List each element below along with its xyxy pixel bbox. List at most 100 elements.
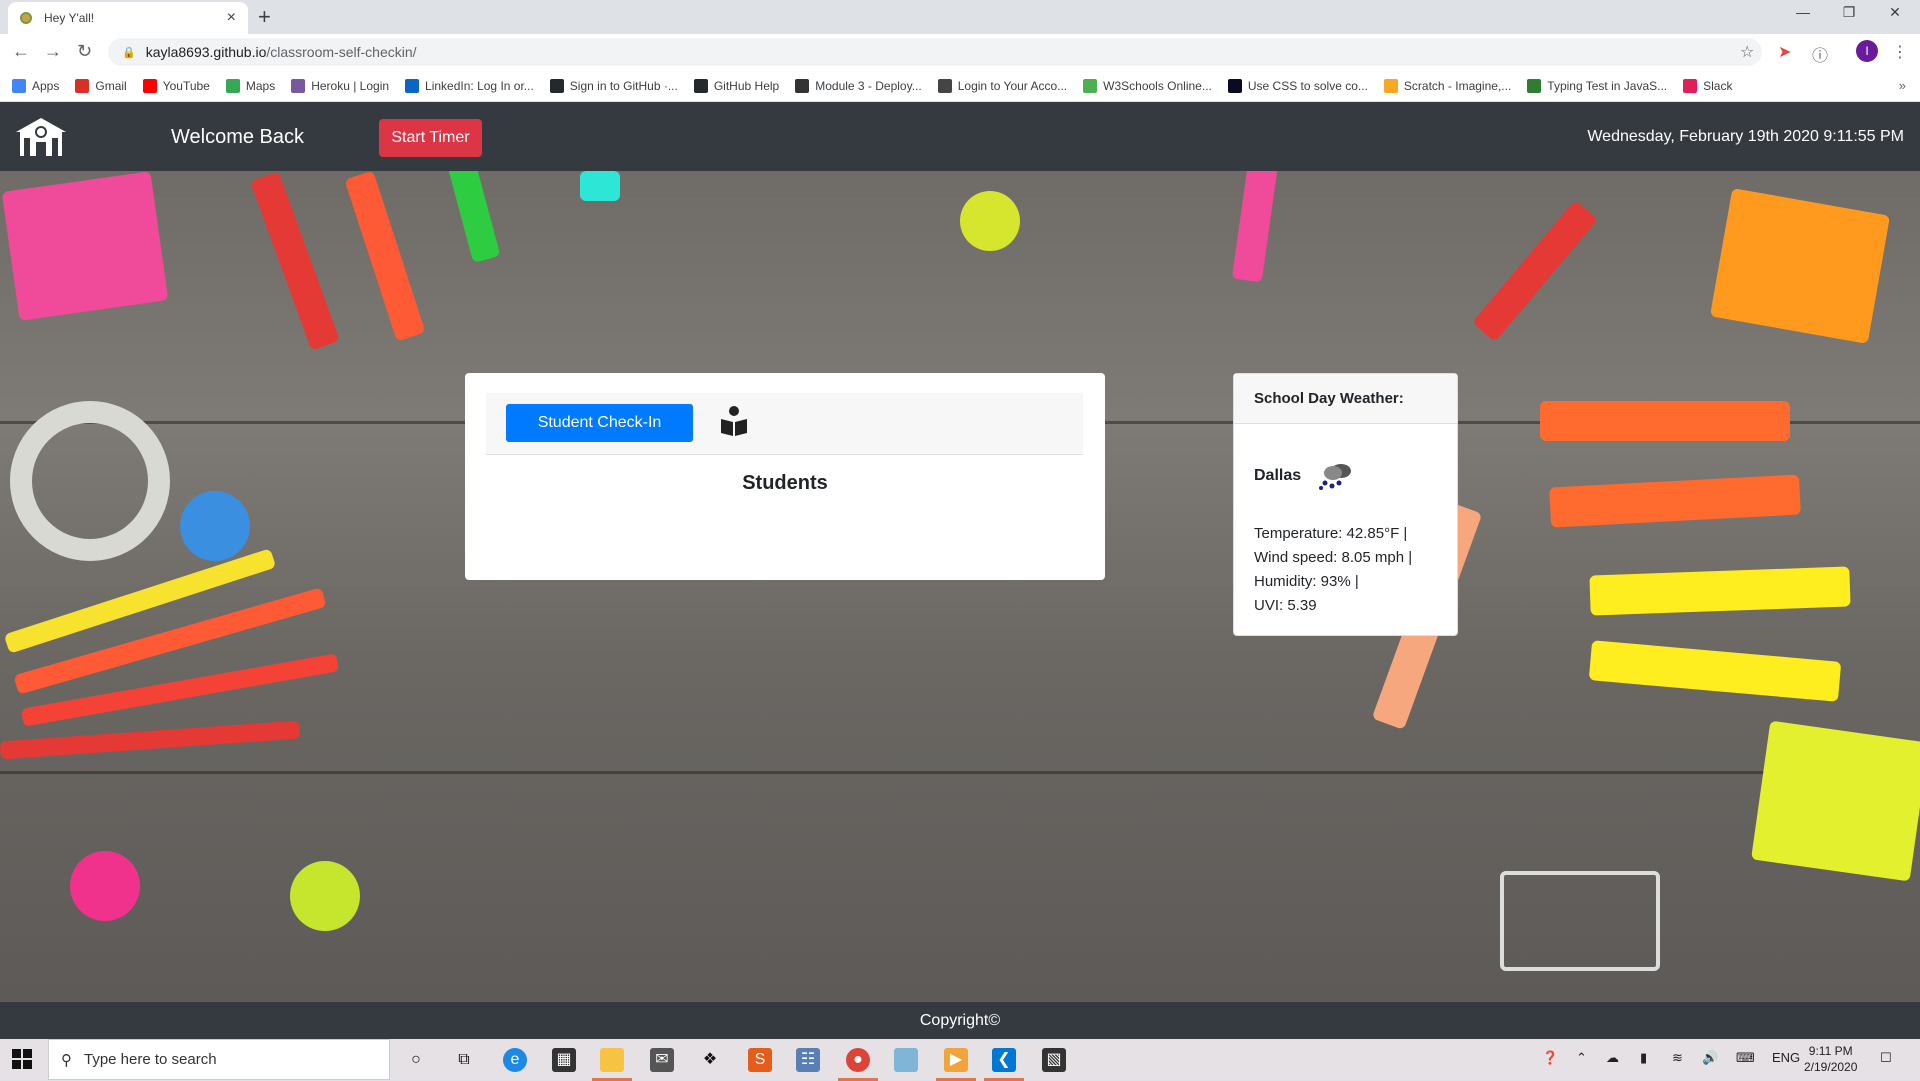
taskbar-search-placeholder: Type here to search xyxy=(84,1051,217,1068)
store-icon[interactable]: ▦ xyxy=(552,1048,576,1072)
vscode-icon[interactable]: ❮ xyxy=(984,1048,1024,1081)
volume-icon[interactable]: 🔊 xyxy=(1702,1050,1718,1066)
maps-icon xyxy=(225,78,240,93)
minimize-icon[interactable]: — xyxy=(1780,4,1826,20)
search-icon: ⚲ xyxy=(61,1051,72,1069)
menu-kebab-icon[interactable]: ⋮ xyxy=(1892,42,1908,62)
bookmark-label: Scratch - Imagine,... xyxy=(1403,78,1512,93)
bookmark-item[interactable]: Scratch - Imagine,... xyxy=(1383,78,1512,93)
taskbar-clock[interactable]: 9:11 PM 2/19/2020 xyxy=(1804,1043,1857,1075)
bookmark-item[interactable]: Module 3 - Deploy... xyxy=(795,78,922,93)
typing-icon xyxy=(1527,78,1542,93)
bookmark-item[interactable]: YouTube xyxy=(142,78,210,93)
bookmark-item[interactable]: Gmail xyxy=(75,78,127,93)
close-window-icon[interactable]: ✕ xyxy=(1872,4,1918,21)
wifi-icon[interactable]: ≋ xyxy=(1672,1050,1683,1066)
task-view-icon[interactable]: ⧉ xyxy=(452,1048,476,1072)
bookmark-item[interactable]: Typing Test in JavaS... xyxy=(1527,78,1668,93)
bookmarks-bar: Apps Gmail YouTube Maps Heroku | Login Linked… xyxy=(0,70,1920,102)
extension-icon[interactable]: ➤ xyxy=(1778,42,1791,62)
web-page: Welcome Back Start Timer Wednesday, Febr… xyxy=(0,102,1920,1039)
file-explorer-icon[interactable] xyxy=(592,1048,632,1081)
gmail-icon xyxy=(75,78,90,93)
media-player-icon[interactable]: ▶ xyxy=(936,1048,976,1081)
slack-icon xyxy=(1683,78,1698,93)
weather-wind-speed: Wind speed: 8.05 mph | xyxy=(1254,549,1413,566)
notes-icon[interactable] xyxy=(894,1048,918,1072)
cortana-icon[interactable]: ○ xyxy=(404,1048,428,1072)
tab-title: Hey Y'all! xyxy=(44,11,95,25)
dropbox-icon[interactable]: ❖ xyxy=(698,1048,722,1072)
weather-details: Temperature: 42.85°F | Wind speed: 8.05 … xyxy=(1254,522,1412,618)
bookmark-item[interactable]: Sign in to GitHub ·... xyxy=(549,78,678,93)
bookmark-item[interactable]: GitHub Help xyxy=(693,78,780,93)
mail-icon[interactable]: ✉ xyxy=(650,1048,674,1072)
battery-icon[interactable]: ▮ xyxy=(1640,1050,1647,1066)
extension-2-icon[interactable]: ⓘ xyxy=(1812,42,1828,66)
bookmark-label: Gmail xyxy=(95,78,127,93)
apps-grid-icon xyxy=(12,78,26,93)
new-tab-button[interactable]: + xyxy=(258,4,271,30)
bookmark-item[interactable]: Login to Your Acco... xyxy=(937,78,1068,93)
url-path: /classroom-self-checkin/ xyxy=(266,44,417,60)
edge-icon[interactable]: e xyxy=(503,1048,527,1072)
sublime-icon[interactable]: S xyxy=(748,1048,772,1072)
chrome-icon[interactable]: ● xyxy=(838,1048,878,1081)
bookmark-label: YouTube xyxy=(162,78,210,93)
fcc-icon xyxy=(1227,78,1242,93)
bookmark-item[interactable]: LinkedIn: Log In or... xyxy=(405,78,534,93)
scratch-icon xyxy=(1383,78,1398,93)
language-indicator[interactable]: ENG xyxy=(1772,1050,1800,1065)
windows-start-icon[interactable] xyxy=(12,1049,32,1069)
tray-chevron-up-icon[interactable]: ⌃ xyxy=(1576,1050,1587,1066)
address-bar[interactable]: 🔒 kayla8693.github.io /classroom-self-ch… xyxy=(108,38,1762,66)
bookmark-item[interactable]: Heroku | Login xyxy=(291,78,389,93)
clock-time: 9:11 PM xyxy=(1808,1044,1853,1058)
url-host: kayla8693.github.io xyxy=(145,44,267,60)
browser-tab[interactable]: Hey Y'all! × xyxy=(8,2,248,34)
weather-city-row: Dallas xyxy=(1254,461,1355,491)
book-icon xyxy=(795,78,810,93)
weather-uvi: UVI: 5.39 xyxy=(1254,597,1317,614)
bookmark-item[interactable]: W3Schools Online... xyxy=(1083,78,1212,93)
keyboard-icon[interactable]: ⌨ xyxy=(1736,1050,1755,1066)
weather-temperature: Temperature: 42.85°F | xyxy=(1254,525,1408,542)
bookmarks-overflow-icon[interactable]: » xyxy=(1899,78,1906,93)
bookmark-star-icon[interactable]: ☆ xyxy=(1740,42,1754,62)
bookmark-label: Login to Your Acco... xyxy=(957,78,1068,93)
bookmark-label: Apps xyxy=(32,78,60,93)
bookmark-item[interactable]: Apps xyxy=(12,78,60,93)
taskbar-search-input[interactable]: ⚲ Type here to search xyxy=(48,1039,390,1080)
checkin-card-header: Student Check-In xyxy=(486,393,1083,455)
school-logo-icon xyxy=(16,118,66,156)
profile-avatar[interactable]: I xyxy=(1856,40,1878,62)
bookmark-label: Typing Test in JavaS... xyxy=(1547,78,1668,93)
help-icon[interactable]: ❓ xyxy=(1542,1050,1558,1066)
bookmark-label: Sign in to GitHub ·... xyxy=(569,78,678,93)
book-reader-icon xyxy=(721,406,747,436)
heroku-icon xyxy=(291,78,306,93)
bookmark-item[interactable]: Use CSS to solve co... xyxy=(1227,78,1368,93)
bookmark-item[interactable]: Maps xyxy=(225,78,275,93)
reload-icon[interactable]: ↻ xyxy=(77,41,92,62)
start-timer-button[interactable]: Start Timer xyxy=(379,119,482,157)
forward-icon[interactable]: → xyxy=(44,41,62,62)
restore-icon[interactable]: ❐ xyxy=(1826,4,1872,21)
back-icon[interactable]: ← xyxy=(12,41,30,62)
rain-cloud-icon xyxy=(1319,464,1352,490)
students-heading: Students xyxy=(742,472,828,494)
bookmark-label: GitHub Help xyxy=(713,78,780,93)
linkedin-icon xyxy=(405,78,420,93)
notifications-icon[interactable]: ☐ xyxy=(1880,1050,1892,1066)
bookmark-item[interactable]: Slack xyxy=(1683,78,1732,93)
bookmark-label: Use CSS to solve co... xyxy=(1247,78,1368,93)
network-app-icon[interactable]: ☷ xyxy=(796,1048,820,1072)
account-icon xyxy=(937,78,952,93)
onedrive-icon[interactable]: ☁ xyxy=(1606,1050,1619,1066)
sticky-notes-icon[interactable]: ▧ xyxy=(1042,1048,1066,1072)
tab-close-icon[interactable]: × xyxy=(227,9,236,27)
welcome-text: Welcome Back xyxy=(171,126,305,148)
clock-date: 2/19/2020 xyxy=(1804,1060,1858,1074)
github-icon xyxy=(693,78,708,93)
student-checkin-button[interactable]: Student Check-In xyxy=(506,404,693,442)
